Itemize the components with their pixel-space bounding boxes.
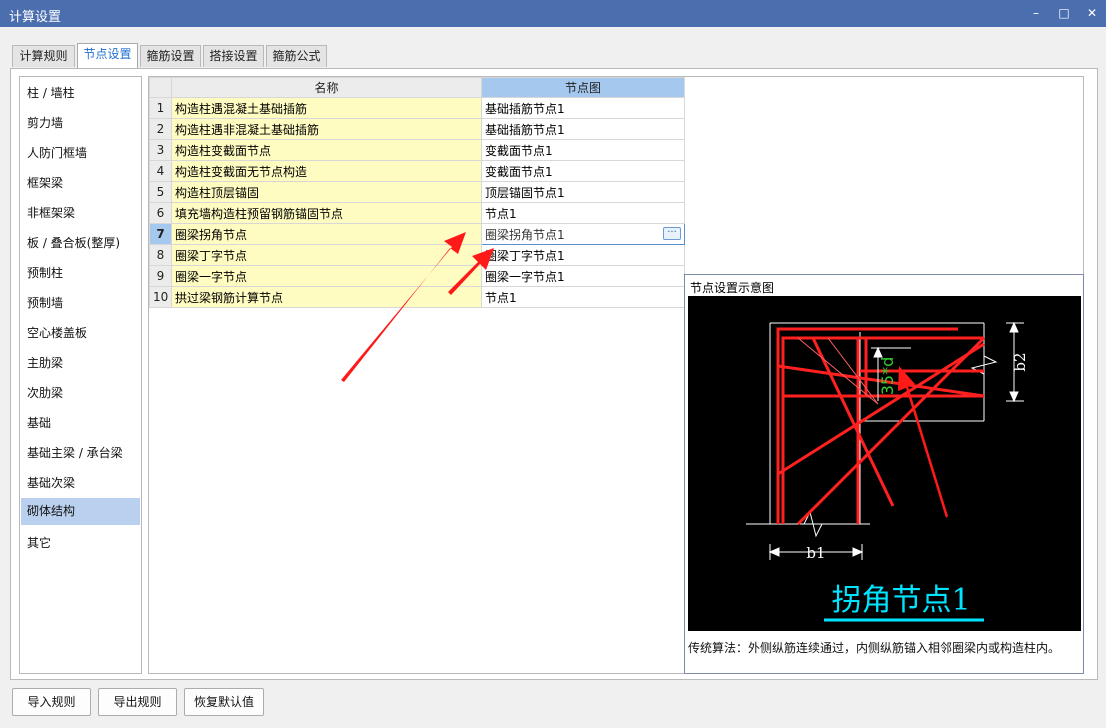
sidebar-item-column-wall-column[interactable]: 柱 / 墙柱 [21, 80, 140, 107]
row-number: 4 [149, 160, 172, 182]
row-number: 1 [149, 97, 172, 119]
tab-bar: 计算规则 节点设置 箍筋设置 搭接设置 箍筋公式 [0, 27, 1106, 69]
table-row[interactable]: 8 圈梁丁字节点 圈梁丁字节点1 [149, 244, 685, 266]
close-icon[interactable]: ✕ [1078, 0, 1106, 27]
row-node-cell[interactable]: 变截面节点1 [481, 160, 685, 182]
anchor-length-label: 35*d [878, 357, 897, 396]
sidebar-item-slab[interactable]: 板 / 叠合板(整厚) [21, 230, 140, 257]
table-row[interactable]: 9 圈梁一字节点 圈梁一字节点1 [149, 265, 685, 287]
row-number-header [149, 77, 172, 98]
maximize-icon[interactable]: □ [1050, 0, 1078, 27]
sidebar-item-masonry-structure[interactable]: 砌体结构 [21, 498, 140, 525]
row-number: 9 [149, 265, 172, 287]
export-rules-button[interactable]: 导出规则 [98, 688, 177, 716]
sidebar-item-precast-column[interactable]: 预制柱 [21, 260, 140, 287]
dimension-b2-label: b2 [1011, 352, 1029, 371]
row-name-cell[interactable]: 构造柱变截面无节点构造 [171, 160, 482, 182]
table-row[interactable]: 5 构造柱顶层锚固 顶层锚固节点1 [149, 181, 685, 203]
table-row[interactable]: 3 构造柱变截面节点 变截面节点1 [149, 139, 685, 161]
table-row[interactable]: 4 构造柱变截面无节点构造 变截面节点1 [149, 160, 685, 182]
node-description: 传统算法：外侧纵筋连续通过，内侧纵筋锚入相邻圈梁内或构造柱内。 [688, 641, 1061, 655]
row-node-cell[interactable]: 节点1 [481, 202, 685, 224]
sidebar-item-hollow-floor-slab[interactable]: 空心楼盖板 [21, 320, 140, 347]
minimize-icon[interactable]: – [1022, 0, 1050, 27]
row-node-cell[interactable]: 顶层锚固节点1 [481, 181, 685, 203]
diagram-caption: 拐角节点1 [831, 583, 970, 618]
window-title: 计算设置 [9, 10, 62, 25]
table-row[interactable]: 10 拱过梁钢筋计算节点 节点1 [149, 286, 685, 308]
node-diagram: 35*d b2 b1 拐角节点1 [688, 296, 1081, 631]
sidebar-item-non-frame-beam[interactable]: 非框架梁 [21, 200, 140, 227]
sidebar-item-precast-wall[interactable]: 预制墙 [21, 290, 140, 317]
row-name-cell[interactable]: 圈梁一字节点 [171, 265, 482, 287]
sidebar-item-foundation-main-beam[interactable]: 基础主梁 / 承台梁 [21, 440, 140, 467]
node-diagram-svg: 35*d b2 b1 拐角节点1 [746, 321, 1029, 622]
node-settings-table: 名称 节点图 1 构造柱遇混凝土基础插筋 基础插筋节点1 2 构造柱遇非混凝土基… [149, 77, 685, 308]
sidebar-item-foundation-secondary-beam[interactable]: 基础次梁 [21, 470, 140, 497]
row-name-cell[interactable]: 圈梁拐角节点 [171, 223, 482, 245]
category-list: 柱 / 墙柱 剪力墙 人防门框墙 框架梁 非框架梁 板 / 叠合板(整厚) 预制… [19, 76, 142, 674]
row-node-cell[interactable]: 圈梁一字节点1 [481, 265, 685, 287]
row-node-cell[interactable]: 基础插筋节点1 [481, 118, 685, 140]
tab-stirrup-formula[interactable]: 箍筋公式 [266, 45, 327, 67]
row-number: 8 [149, 244, 172, 266]
row-number: 5 [149, 181, 172, 203]
row-name-cell[interactable]: 构造柱变截面节点 [171, 139, 482, 161]
tab-stirrup-settings[interactable]: 箍筋设置 [140, 45, 201, 67]
import-rules-button[interactable]: 导入规则 [12, 688, 91, 716]
row-number: 7 [149, 223, 172, 245]
row-name-cell[interactable]: 构造柱遇混凝土基础插筋 [171, 97, 482, 119]
sidebar-item-other[interactable]: 其它 [21, 530, 140, 557]
row-number: 6 [149, 202, 172, 224]
row-node-cell[interactable]: 基础插筋节点1 [481, 97, 685, 119]
sidebar-item-main-rib-beam[interactable]: 主肋梁 [21, 350, 140, 377]
row-name-cell[interactable]: 构造柱遇非混凝土基础插筋 [171, 118, 482, 140]
restore-defaults-button[interactable]: 恢复默认值 [184, 688, 264, 716]
row-node-cell[interactable]: 圈梁丁字节点1 [481, 244, 685, 266]
sidebar-item-frame-beam[interactable]: 框架梁 [21, 170, 140, 197]
row-node-cell[interactable]: 变截面节点1 [481, 139, 685, 161]
row-number: 2 [149, 118, 172, 140]
sidebar-item-secondary-rib-beam[interactable]: 次肋梁 [21, 380, 140, 407]
dimension-b1-label: b1 [806, 544, 825, 562]
sidebar-item-foundation[interactable]: 基础 [21, 410, 140, 437]
preview-title: 节点设置示意图 [690, 281, 775, 295]
table-row[interactable]: 6 填充墙构造柱预留钢筋锚固节点 节点1 [149, 202, 685, 224]
title-bar: 计算设置 – □ ✕ [0, 0, 1106, 27]
tab-node-settings[interactable]: 节点设置 [77, 43, 138, 68]
column-header-name[interactable]: 名称 [171, 77, 482, 98]
column-header-node[interactable]: 节点图 [481, 77, 685, 98]
sidebar-item-civil-defense-door-wall[interactable]: 人防门框墙 [21, 140, 140, 167]
table-row-selected[interactable]: 7 圈梁拐角节点 圈梁拐角节点1 ··· [149, 223, 685, 245]
tab-lap-settings[interactable]: 搭接设置 [203, 45, 264, 67]
table-row[interactable]: 2 构造柱遇非混凝土基础插筋 基础插筋节点1 [149, 118, 685, 140]
row-node-value: 圈梁拐角节点1 [485, 227, 565, 242]
ellipsis-button[interactable]: ··· [663, 227, 681, 240]
row-name-cell[interactable]: 拱过梁钢筋计算节点 [171, 286, 482, 308]
table-header-row: 名称 节点图 [149, 77, 685, 98]
row-node-cell-editing[interactable]: 圈梁拐角节点1 ··· [481, 223, 685, 245]
row-name-cell[interactable]: 填充墙构造柱预留钢筋锚固节点 [171, 202, 482, 224]
table-row[interactable]: 1 构造柱遇混凝土基础插筋 基础插筋节点1 [149, 97, 685, 119]
row-name-cell[interactable]: 构造柱顶层锚固 [171, 181, 482, 203]
row-name-cell[interactable]: 圈梁丁字节点 [171, 244, 482, 266]
sidebar-item-shear-wall[interactable]: 剪力墙 [21, 110, 140, 137]
row-number: 3 [149, 139, 172, 161]
tab-calc-rules[interactable]: 计算规则 [12, 45, 75, 67]
node-preview-panel: 节点设置示意图 35*d b2 b1 拐角节点1 传统算法：外侧纵筋连续通过，内… [684, 274, 1084, 674]
row-number: 10 [149, 286, 172, 308]
row-node-cell[interactable]: 节点1 [481, 286, 685, 308]
